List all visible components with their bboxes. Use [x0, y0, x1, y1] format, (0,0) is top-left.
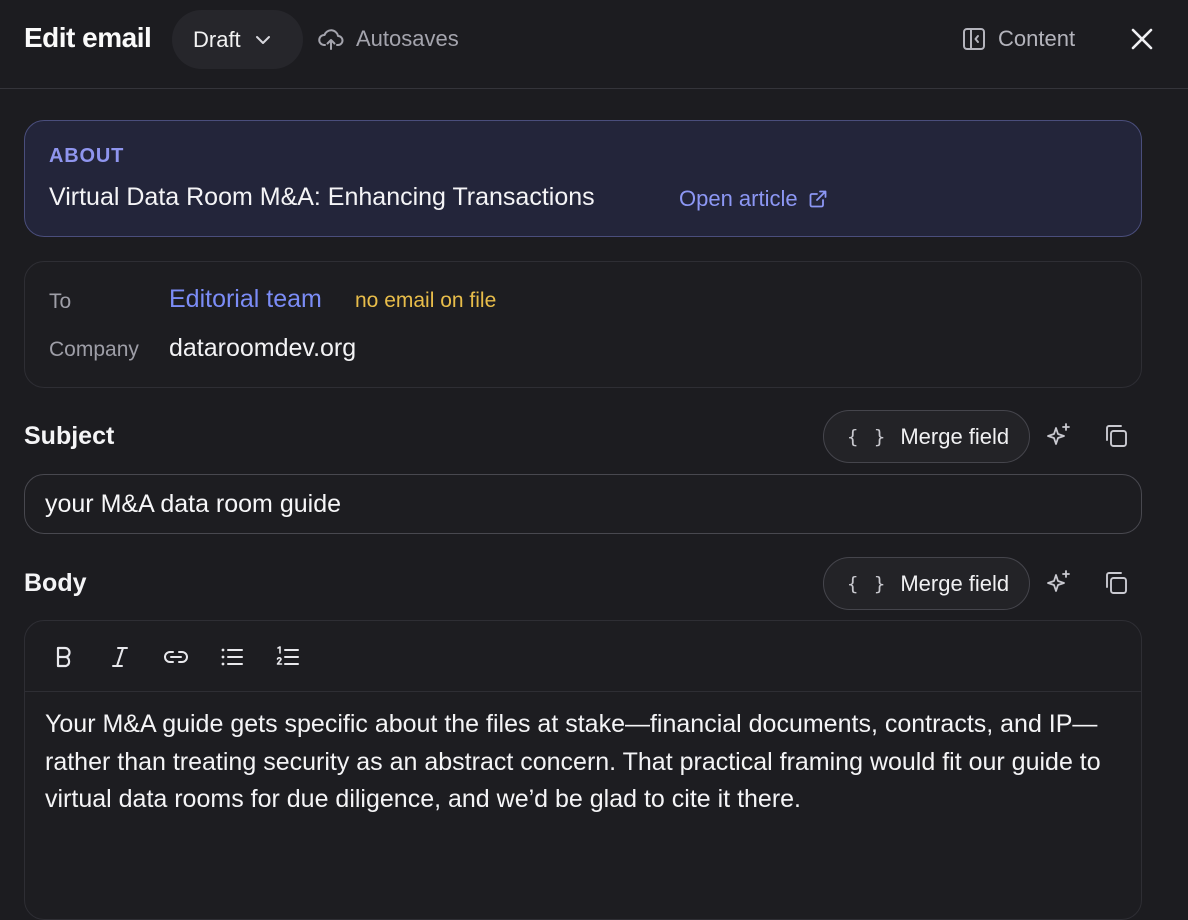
merge-field-label: Merge field	[900, 570, 1010, 596]
to-label: To	[49, 290, 72, 313]
copy-icon	[1106, 572, 1127, 594]
subject-merge-field-button[interactable]: { } Merge field	[823, 410, 1030, 463]
open-article-label: Open article	[679, 186, 798, 211]
body-label: Body	[24, 569, 87, 597]
article-title: Virtual Data Room M&A: Enhancing Transac…	[49, 183, 595, 211]
about-card: ABOUT Virtual Data Room M&A: Enhancing T…	[24, 120, 1142, 237]
link-icon	[164, 651, 188, 663]
braces-icon: { }	[847, 425, 888, 448]
bold-icon	[56, 646, 71, 668]
body-editor: Your M&A guide gets specific about the f…	[24, 620, 1142, 920]
autosave-label: Autosaves	[356, 26, 459, 51]
open-article-link[interactable]: Open article	[679, 185, 828, 213]
link-button[interactable]	[161, 642, 191, 672]
cloud-upload-icon	[318, 29, 344, 50]
bullet-list-icon	[221, 648, 243, 666]
autosave-indicator: Autosaves	[318, 24, 459, 54]
merge-field-label: Merge field	[900, 423, 1010, 449]
company-value: dataroomdev.org	[169, 334, 357, 362]
chevron-down-icon	[255, 35, 270, 44]
top-bar: Edit email Draft Autosaves Content	[0, 0, 1188, 89]
status-dropdown[interactable]: Draft	[172, 10, 303, 69]
recipient-card: To Editorial team no email on file Compa…	[24, 261, 1142, 388]
italic-icon	[112, 647, 128, 667]
format-toolbar	[25, 621, 1141, 692]
sparkles-icon	[1047, 570, 1070, 592]
bold-button[interactable]	[49, 642, 79, 672]
body-textarea[interactable]: Your M&A guide gets specific about the f…	[45, 706, 1125, 819]
italic-button[interactable]	[105, 642, 135, 672]
close-button[interactable]	[1128, 25, 1156, 53]
subject-label: Subject	[24, 422, 115, 450]
numbered-list-icon	[276, 646, 299, 665]
bullet-list-button[interactable]	[217, 642, 247, 672]
sparkles-icon	[1047, 423, 1070, 445]
subject-copy-button[interactable]	[1098, 418, 1134, 454]
page-title: Edit email	[24, 22, 152, 53]
content-label: Content	[998, 26, 1076, 51]
no-email-warning: no email on file	[355, 289, 497, 312]
company-label: Company	[49, 338, 139, 361]
content-panel-button[interactable]: Content	[962, 24, 1075, 54]
copy-icon	[1106, 425, 1127, 447]
body-merge-field-button[interactable]: { } Merge field	[823, 557, 1030, 610]
subject-input[interactable]: your M&A data room guide	[24, 474, 1142, 534]
to-recipient[interactable]: Editorial team	[169, 285, 322, 314]
subject-ai-button[interactable]	[1041, 418, 1077, 454]
body-copy-button[interactable]	[1098, 565, 1134, 601]
braces-icon: { }	[847, 572, 888, 595]
external-link-icon	[809, 190, 827, 208]
numbered-list-button[interactable]	[273, 642, 303, 672]
close-icon	[1131, 28, 1153, 50]
panel-left-icon	[963, 28, 985, 50]
status-dropdown-label: Draft	[193, 26, 241, 52]
about-label: ABOUT	[49, 145, 125, 167]
body-ai-button[interactable]	[1041, 565, 1077, 601]
